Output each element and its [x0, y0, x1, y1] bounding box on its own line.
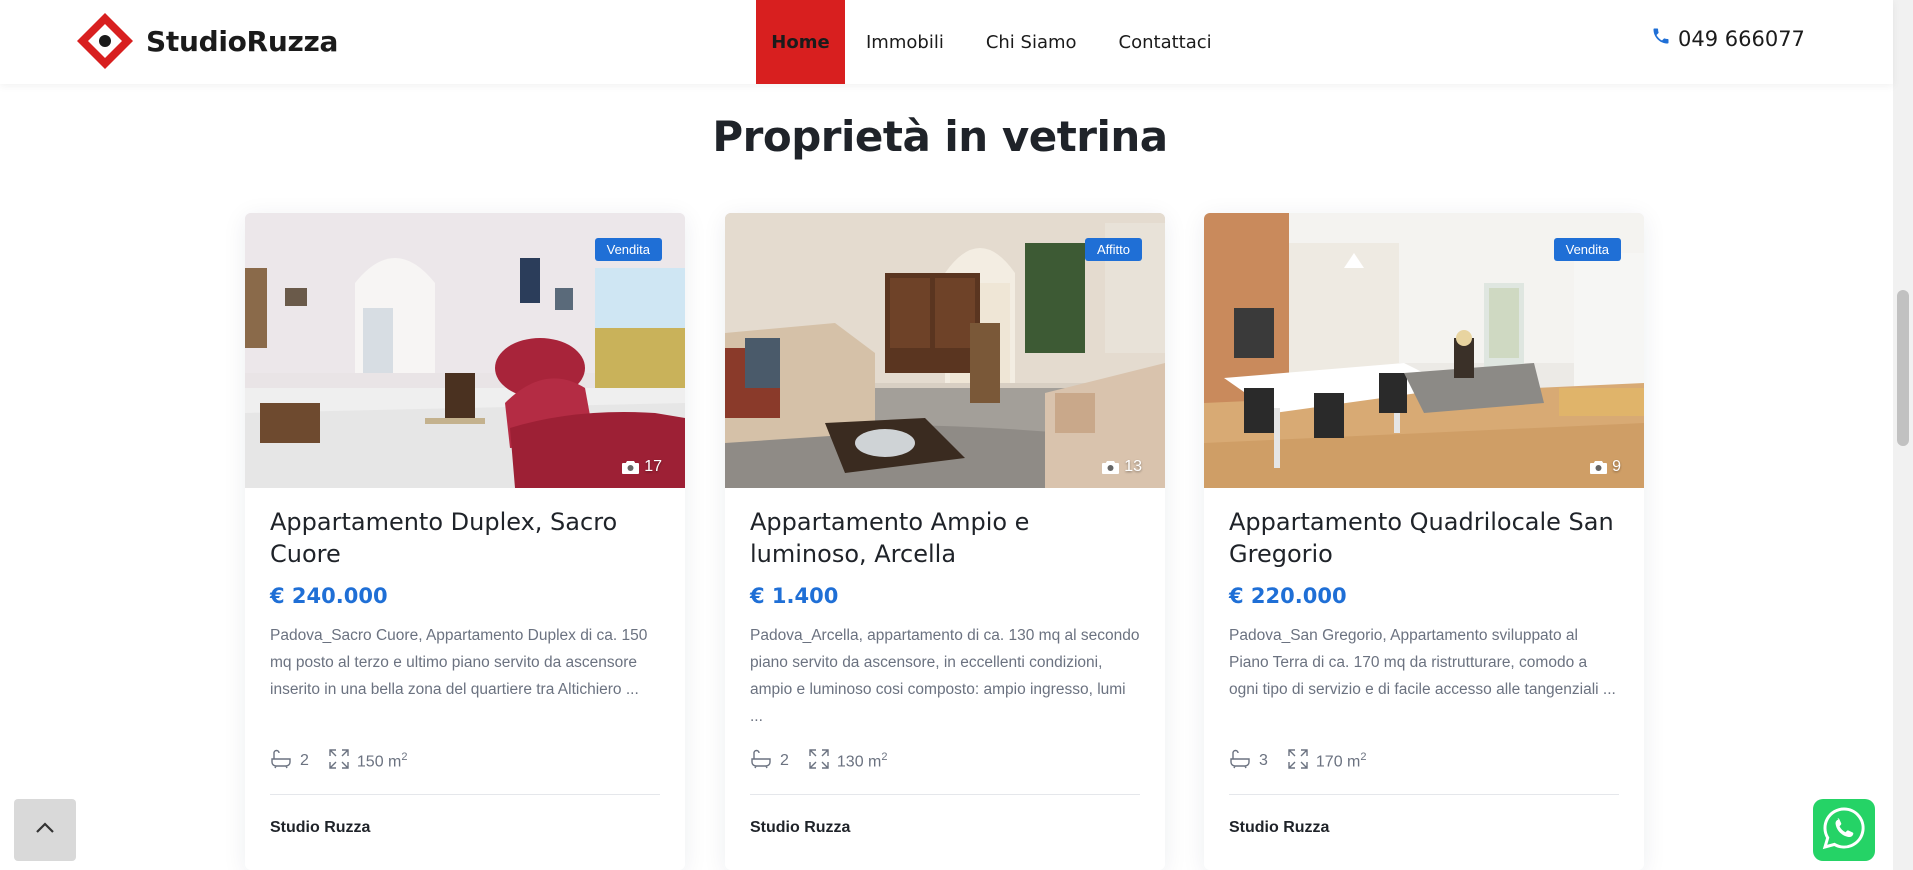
bathrooms-count: 2: [780, 752, 789, 769]
bathtub-icon: [1229, 749, 1251, 774]
listing-type-badge: Affitto: [1084, 238, 1142, 261]
listing-type-badge: Vendita: [1553, 238, 1621, 261]
whatsapp-icon: [1821, 805, 1867, 856]
listing-type-badge: Vendita: [594, 238, 662, 261]
property-specs: 2 130 m2: [750, 748, 1140, 774]
property-price: € 1.400: [750, 584, 839, 608]
property-description: Padova_Arcella, appartamento di ca. 130 …: [750, 627, 1140, 725]
area-spec: 170 m2: [1288, 748, 1367, 774]
property-photo[interactable]: Vendita 9: [1204, 213, 1644, 488]
property-price: € 220.000: [1229, 584, 1347, 608]
area-value: 130 m2: [837, 751, 888, 771]
section-title: Proprietà in vetrina: [712, 112, 1168, 161]
area-value: 170 m2: [1316, 751, 1367, 771]
area-unit-superscript: 2: [881, 750, 888, 763]
phone-number: 049 666077: [1678, 26, 1805, 51]
property-price: € 240.000: [270, 584, 388, 608]
property-title[interactable]: Appartamento Quadrilocale San Gregorio: [1229, 506, 1619, 570]
agent-name[interactable]: Studio Ruzza: [270, 819, 660, 837]
photo-count-value: 17: [644, 458, 662, 475]
card-body: Appartamento Ampio e luminoso, Arcella €…: [725, 488, 1165, 837]
site-header: StudioRuzza Home Immobili Chi Siamo Cont…: [0, 0, 1893, 84]
nav-item-contattaci[interactable]: Contattaci: [1098, 0, 1233, 84]
area-value: 150 m2: [357, 751, 408, 771]
area-spec: 150 m2: [329, 748, 408, 774]
bathrooms-count: 3: [1259, 752, 1268, 769]
whatsapp-button[interactable]: [1813, 799, 1875, 861]
card-divider: [270, 794, 660, 795]
photo-count: 13: [1102, 458, 1142, 476]
property-specs: 2 150 m2: [270, 748, 660, 774]
photo-count: 17: [622, 458, 662, 476]
nav-item-chi-siamo[interactable]: Chi Siamo: [965, 0, 1098, 84]
nav-item-immobili[interactable]: Immobili: [845, 0, 965, 84]
phone-icon: [1651, 26, 1671, 51]
main-nav: Home Immobili Chi Siamo Contattaci: [756, 0, 1233, 84]
property-title[interactable]: Appartamento Ampio e luminoso, Arcella: [750, 506, 1140, 570]
photo-count-value: 13: [1124, 458, 1142, 475]
bathtub-icon: [750, 749, 772, 774]
back-to-top-button[interactable]: [14, 799, 76, 861]
area-unit-superscript: 2: [1360, 750, 1367, 763]
card-body: Appartamento Duplex, Sacro Cuore € 240.0…: [245, 488, 685, 837]
bathrooms-spec: 2: [270, 749, 309, 774]
area-spec: 130 m2: [809, 748, 888, 774]
photo-count: 9: [1590, 458, 1621, 476]
photo-count-value: 9: [1612, 458, 1621, 475]
nav-item-home[interactable]: Home: [756, 0, 845, 84]
area-unit-superscript: 2: [401, 750, 408, 763]
property-specs: 3 170 m2: [1229, 748, 1619, 774]
brand-name: StudioRuzza: [146, 24, 339, 58]
bathrooms-spec: 2: [750, 749, 789, 774]
page-scrollbar[interactable]: [1893, 0, 1913, 870]
logo-mark-icon: [74, 10, 136, 72]
property-title[interactable]: Appartamento Duplex, Sacro Cuore: [270, 506, 660, 570]
expand-icon: [329, 748, 349, 774]
chevron-up-icon: [35, 821, 55, 839]
card-divider: [1229, 794, 1619, 795]
area-number: 170 m: [1315, 753, 1361, 771]
bathrooms-count: 2: [300, 752, 309, 769]
camera-icon: [622, 460, 640, 474]
agent-name[interactable]: Studio Ruzza: [1229, 819, 1619, 837]
scrollbar-thumb[interactable]: [1897, 290, 1909, 446]
card-body: Appartamento Quadrilocale San Gregorio €…: [1204, 488, 1644, 837]
camera-icon: [1590, 460, 1608, 474]
property-photo[interactable]: Affitto 13: [725, 213, 1165, 488]
property-card[interactable]: Vendita 17 Appartamento Duplex, Sacro Cu…: [245, 213, 685, 870]
camera-icon: [1102, 460, 1120, 474]
area-number: 150 m: [356, 753, 402, 771]
property-description: Padova_San Gregorio, Appartamento svilup…: [1229, 627, 1616, 698]
area-number: 130 m: [836, 753, 882, 771]
bathrooms-spec: 3: [1229, 749, 1268, 774]
logo[interactable]: StudioRuzza: [74, 10, 338, 72]
property-card[interactable]: Vendita 9 Appartamento Quadrilocale San …: [1204, 213, 1644, 870]
expand-icon: [809, 748, 829, 774]
property-description: Padova_Sacro Cuore, Appartamento Duplex …: [270, 627, 648, 698]
property-photo[interactable]: Vendita 17: [245, 213, 685, 488]
phone-link[interactable]: 049 666077: [1651, 26, 1805, 51]
property-card[interactable]: Affitto 13 Appartamento Ampio e luminoso…: [725, 213, 1165, 870]
card-divider: [750, 794, 1140, 795]
expand-icon: [1288, 748, 1308, 774]
agent-name[interactable]: Studio Ruzza: [750, 819, 1140, 837]
bathtub-icon: [270, 749, 292, 774]
